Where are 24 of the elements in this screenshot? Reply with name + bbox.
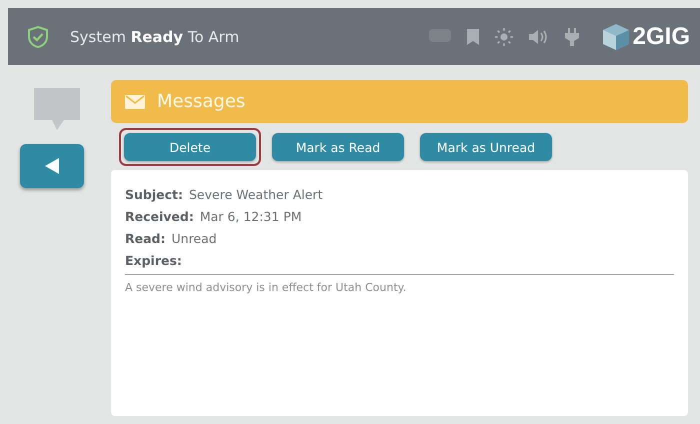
message-body: A severe wind advisory is in effect for Utah County. (125, 281, 408, 294)
field-label: Received: (125, 208, 194, 226)
speaker-icon[interactable] (528, 28, 549, 44)
shield-check-icon (26, 24, 50, 48)
system-status: System Ready To Arm (70, 28, 240, 46)
plug-icon[interactable] (564, 28, 579, 46)
brand-logo-text: 2GIG (632, 22, 690, 50)
brightness-icon[interactable] (494, 28, 513, 46)
field-label: Read: (125, 230, 166, 248)
field-label: Subject: (125, 186, 183, 204)
field-value: Unread (172, 230, 217, 248)
action-button[interactable]: Mark as Read (272, 133, 404, 161)
back-button[interactable] (20, 144, 84, 188)
header-title: Messages (157, 91, 246, 112)
action-button[interactable]: Delete (124, 133, 256, 161)
envelope-icon (125, 94, 145, 108)
cube-logo-icon (600, 22, 631, 52)
action-button[interactable]: Mark as Unread (420, 133, 552, 161)
back-arrow-icon (44, 158, 58, 174)
field-value: Severe Weather Alert (189, 186, 323, 204)
field-value: Mar 6, 12:31 PM (200, 208, 302, 226)
field-label: Expires: (125, 252, 182, 270)
bookmark-icon[interactable] (466, 28, 479, 44)
speech-bubble-icon (34, 88, 80, 132)
